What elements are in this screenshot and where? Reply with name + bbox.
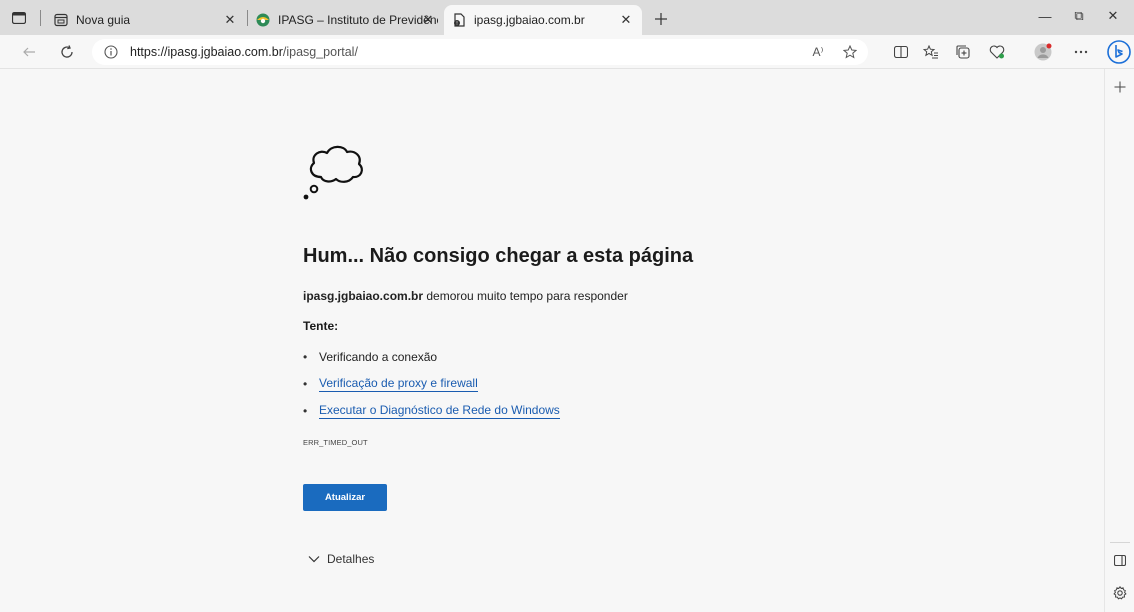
tab-nova-guia[interactable]: Nova guia ✕: [46, 5, 246, 35]
error-message: demorou muito tempo para responder: [423, 289, 628, 303]
profile-button[interactable]: [1030, 40, 1056, 64]
url-path: /ipasg_portal/: [282, 45, 358, 59]
bing-chat-icon: [1107, 40, 1131, 64]
url-text[interactable]: https://ipasg.jgbaiao.com.br/ipasg_porta…: [130, 45, 358, 59]
thought-cloud-icon: [303, 145, 363, 200]
gear-icon: [1113, 586, 1127, 600]
proxy-firewall-link[interactable]: Verificação de proxy e firewall: [319, 376, 478, 392]
site-favicon: [256, 13, 270, 27]
new-tab-page-icon: [54, 13, 68, 27]
svg-text:!: !: [456, 21, 458, 27]
new-tab-button[interactable]: [650, 8, 672, 30]
collections-icon: [956, 45, 970, 59]
browser-essentials-button[interactable]: [984, 40, 1010, 64]
site-info-icon[interactable]: [104, 45, 118, 59]
error-code: ERR_TIMED_OUT: [303, 438, 368, 447]
suggestion-item: • Verificando a conexão: [303, 350, 703, 364]
tab-title: Nova guia: [76, 13, 131, 27]
bullet: •: [303, 404, 308, 418]
tab-separator: [40, 10, 41, 26]
refresh-page-button[interactable]: Atualizar: [303, 484, 387, 511]
url-host: https://ipasg.jgbaiao.com.br: [130, 45, 283, 59]
back-arrow-icon: [23, 47, 35, 57]
plus-icon: [1114, 81, 1126, 93]
tab-title: ipasg.jgbaiao.com.br: [474, 13, 585, 27]
refresh-icon: [61, 45, 73, 58]
chevron-down-icon: [307, 552, 321, 566]
suggestion-item: • Verificação de proxy e firewall: [303, 376, 703, 392]
details-label: Detalhes: [327, 552, 375, 566]
heart-pulse-icon: [989, 45, 1005, 59]
split-screen-icon: [894, 46, 908, 58]
avatar: [1034, 43, 1052, 61]
bullet: •: [303, 350, 308, 364]
suggestion-text: Verificando a conexão: [319, 350, 438, 364]
collections-button[interactable]: [950, 40, 976, 64]
details-toggle[interactable]: Detalhes: [307, 552, 374, 566]
read-aloud-icon[interactable]: A⁾: [808, 43, 828, 61]
try-heading: Tente:: [303, 319, 339, 333]
error-description: ipasg.jgbaiao.com.br demorou muito tempo…: [303, 289, 628, 303]
close-tab-icon[interactable]: ✕: [618, 12, 634, 28]
tab-title: IPASG – Instituto de Previdência: [278, 13, 438, 27]
back-button[interactable]: [16, 40, 42, 64]
address-bar[interactable]: https://ipasg.jgbaiao.com.br/ipasg_porta…: [92, 39, 868, 65]
tab-ipasg[interactable]: IPASG – Instituto de Previdência ✕: [248, 5, 444, 35]
tab-strip: Nova guia ✕ IPASG – Instituto de Previdê…: [0, 0, 1134, 35]
split-screen-button[interactable]: [888, 40, 914, 64]
tab-active-error[interactable]: ! ipasg.jgbaiao.com.br ✕: [444, 5, 642, 35]
close-tab-icon[interactable]: ✕: [222, 12, 238, 28]
favorites-button[interactable]: [918, 40, 944, 64]
sidebar-panel-icon: [1114, 554, 1126, 566]
page-error-icon: !: [454, 13, 465, 27]
sidebar-add-button[interactable]: [1110, 77, 1130, 97]
close-window-button[interactable]: ✕: [1090, 0, 1134, 32]
ellipsis-icon: [1074, 50, 1088, 54]
sidebar-divider: [1110, 542, 1130, 543]
suggestion-item: • Executar o Diagnóstico de Rede do Wind…: [303, 403, 703, 419]
bing-copilot-button[interactable]: [1106, 38, 1132, 66]
favorites-list-icon: [923, 45, 938, 59]
hide-sidebar-button[interactable]: [1110, 550, 1130, 570]
tab-actions-menu-button[interactable]: [8, 8, 30, 28]
page-content: Hum... Não consigo chegar a esta página …: [0, 69, 1104, 612]
edge-sidebar: [1104, 69, 1134, 612]
error-host: ipasg.jgbaiao.com.br: [303, 289, 424, 303]
refresh-button[interactable]: [54, 40, 80, 64]
plus-icon: [655, 13, 667, 25]
favorite-star-icon[interactable]: [840, 43, 860, 61]
more-options-button[interactable]: [1068, 40, 1094, 64]
close-tab-icon[interactable]: ✕: [420, 12, 436, 28]
browser-toolbar: https://ipasg.jgbaiao.com.br/ipasg_porta…: [0, 35, 1134, 69]
tab-actions-icon: [12, 12, 26, 24]
network-diagnostics-link[interactable]: Executar o Diagnóstico de Rede do Window…: [319, 403, 560, 419]
sidebar-settings-button[interactable]: [1110, 583, 1130, 603]
bullet: •: [303, 377, 308, 391]
error-heading: Hum... Não consigo chegar a esta página: [303, 245, 694, 267]
